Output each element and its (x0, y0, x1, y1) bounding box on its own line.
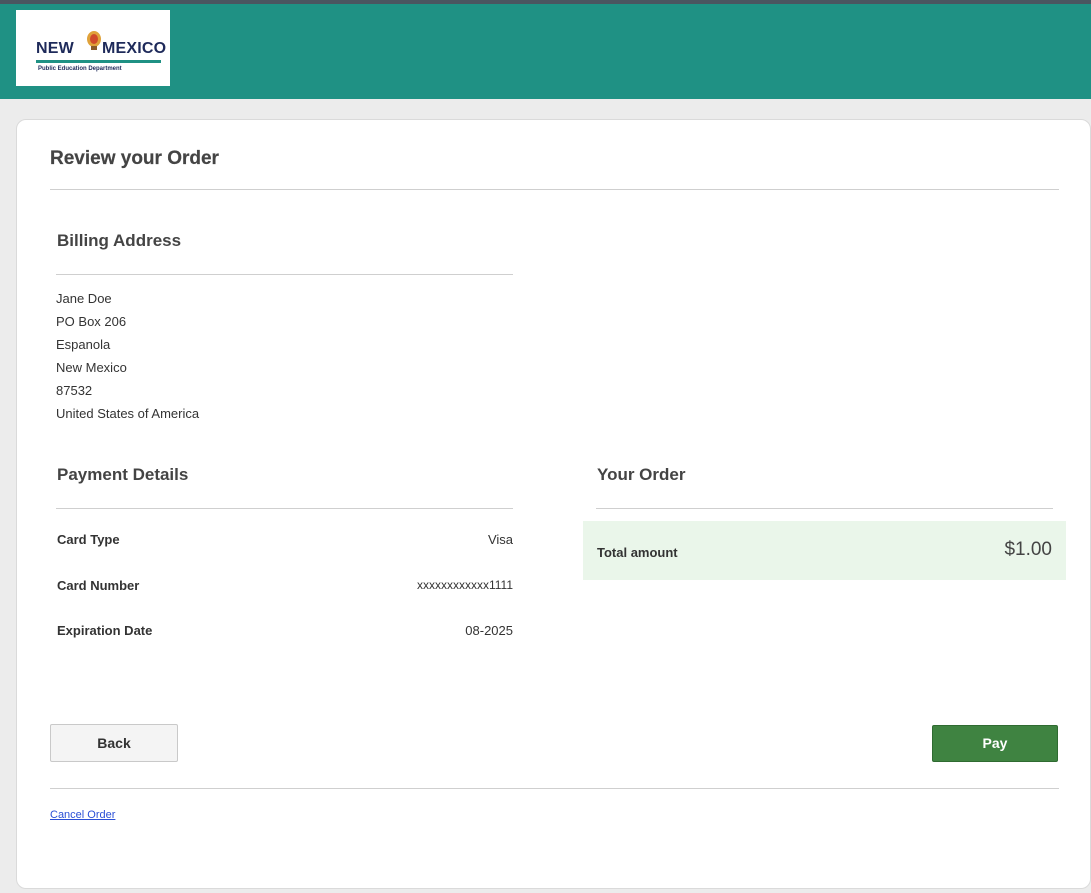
billing-name: Jane Doe (56, 291, 112, 306)
site-header: NEW MEXICO Public Education Department (0, 4, 1091, 99)
pay-button[interactable]: Pay (932, 725, 1058, 762)
your-order-title: Your Order (597, 465, 686, 484)
total-amount-label: Total amount (597, 545, 678, 560)
billing-zip: 87532 (56, 383, 93, 398)
card-type-value: Visa (487, 532, 513, 547)
card-type-label: Card Type (57, 532, 120, 547)
cancel-order-link[interactable]: Cancel Order (50, 809, 115, 821)
footer-divider (50, 788, 1059, 789)
logo-subtitle: Public Education Department (38, 66, 122, 72)
expiration-date-label: Expiration Date (57, 623, 153, 638)
logo-title-right: MEXICO (102, 40, 167, 57)
total-amount-row: Total amount $1.00 (583, 521, 1066, 580)
payment-details-title: Payment Details (57, 465, 189, 484)
back-button[interactable]: Back (50, 724, 178, 762)
logo-divider (36, 60, 161, 63)
billing-divider (56, 274, 513, 275)
total-amount-value: $1.00 (1004, 539, 1052, 560)
zia-sun-icon (87, 31, 101, 50)
page-title: Review your Order (50, 148, 219, 169)
billing-state: New Mexico (56, 360, 127, 375)
card-number-label: Card Number (57, 578, 140, 593)
expiration-date-value: 08-2025 (465, 623, 513, 638)
logo-title-left: NEW (36, 40, 74, 57)
card-number-value: xxxxxxxxxxxx1111 (416, 578, 513, 592)
payment-divider (56, 508, 513, 509)
billing-street: PO Box 206 (56, 314, 127, 329)
title-divider (50, 189, 1059, 190)
billing-city: Espanola (56, 337, 111, 352)
billing-address-title: Billing Address (57, 231, 182, 250)
billing-country: United States of America (56, 406, 200, 421)
nm-ped-logo[interactable]: NEW MEXICO Public Education Department (16, 10, 170, 86)
order-divider (596, 508, 1053, 509)
